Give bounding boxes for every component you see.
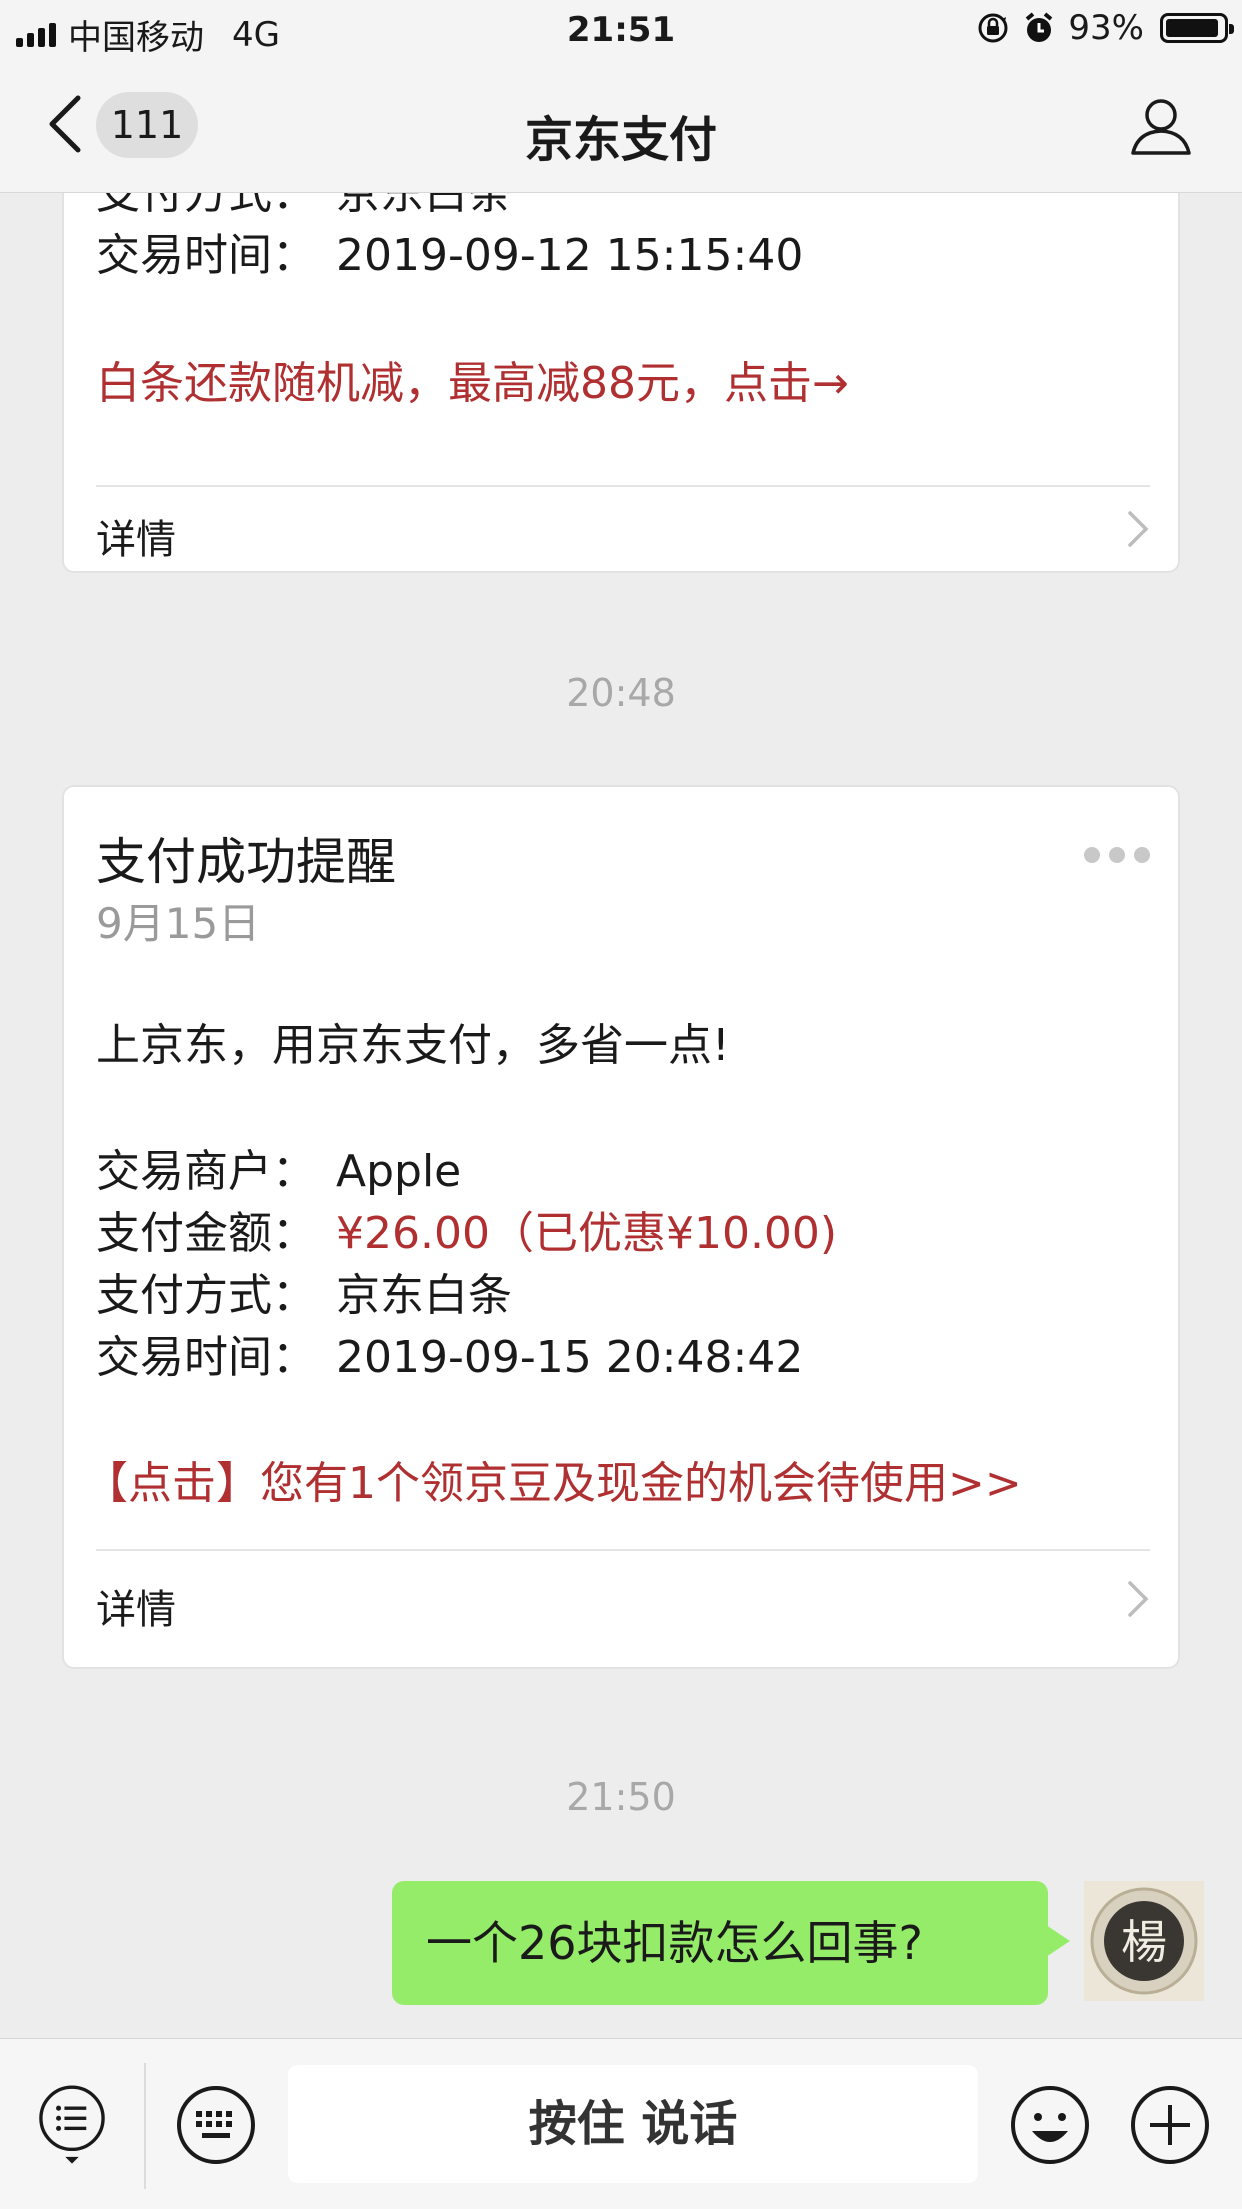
battery-percent: 93% [1068,8,1144,48]
plus-icon[interactable] [1128,2083,1212,2167]
more-dots-icon[interactable] [1084,847,1150,863]
transaction-time-row: 交易时间： 2019-09-15 20:48:42 [96,1327,803,1389]
promo-link[interactable]: 白条还款随机减，最高减88元，点击→ [96,353,849,415]
payment-success-card: 支付成功提醒 9月15日 上京东，用京东支付，多省一点! 交易商户： Apple … [62,785,1180,1669]
amount-value: ¥26.00（已优惠¥10.00) [336,1208,838,1259]
avatar[interactable]: 楊 [1084,1881,1204,2001]
promo-link[interactable]: 【点击】您有1个领京豆及现金的机会待使用>> [84,1453,1022,1515]
card-date: 9月15日 [96,899,261,948]
payment-method-value: 京东白条 [336,1270,512,1321]
amount-row: 支付金额： ¥26.00（已优惠¥10.00) [96,1203,837,1265]
timestamp: 20:48 [566,671,676,715]
detail-link[interactable]: 详情 [96,1577,176,1635]
alarm-icon [1026,12,1053,42]
card-slogan: 上京东，用京东支付，多省一点! [96,1020,730,1071]
divider [96,1549,1150,1551]
merchant-label: 交易商户： [96,1146,316,1197]
amount-label: 支付金额： [96,1208,316,1259]
chevron-right-icon [1128,511,1149,547]
transaction-time-row: 交易时间： 2019-09-12 15:15:40 [96,225,803,287]
payment-method-row: 支付方式： 京东白条 [96,193,512,225]
status-bar: 中国移动 4G 21:51 93% [0,0,1242,62]
person-icon[interactable] [1130,96,1192,156]
toolbar-separator [144,2063,146,2189]
detail-link[interactable]: 详情 [96,507,176,565]
input-toolbar: 按住 说话 [0,2038,1242,2209]
page-title: 京东支付 [524,112,717,168]
payment-method-value: 京东白条 [336,193,512,219]
keyboard-icon[interactable] [174,2083,258,2167]
hold-to-talk-button[interactable]: 按住 说话 [288,2065,978,2183]
avatar-seal-icon: 楊 [1090,1887,1198,1995]
chevron-right-icon [1128,1581,1149,1617]
transaction-time-value: 2019-09-15 20:48:42 [336,1332,804,1383]
transaction-time-label: 交易时间： [96,230,316,281]
merchant-row: 交易商户： Apple [96,1141,461,1203]
chat-content[interactable]: 支付方式： 京东白条 交易时间： 2019-09-12 15:15:40 白条还款随… [0,193,1242,2038]
card-title: 支付成功提醒 [96,833,396,891]
payment-method-row: 支付方式： 京东白条 [96,1265,512,1327]
payment-card-previous: 支付方式： 京东白条 交易时间： 2019-09-12 15:15:40 白条还款随… [62,193,1180,573]
battery-level [1166,19,1219,37]
payment-method-label: 支付方式： [96,193,316,219]
payment-method-label: 支付方式： [96,1270,316,1321]
transaction-time-value: 2019-09-12 15:15:40 [336,230,804,281]
merchant-value: Apple [336,1146,462,1197]
avatar-char: 楊 [1121,1915,1167,1969]
user-message-bubble[interactable]: 一个26块扣款怎么回事? [392,1881,1070,2005]
nav-bar: 111 京东支付 [0,62,1242,193]
timestamp: 21:50 [566,1775,676,1819]
divider [96,485,1150,487]
menu-list-icon[interactable] [30,2083,114,2167]
emoji-icon[interactable] [1008,2083,1092,2167]
rotation-lock-icon [978,13,1008,43]
battery-icon [1160,13,1234,43]
status-right: 93% [976,8,1234,48]
transaction-time-label: 交易时间： [96,1332,316,1383]
